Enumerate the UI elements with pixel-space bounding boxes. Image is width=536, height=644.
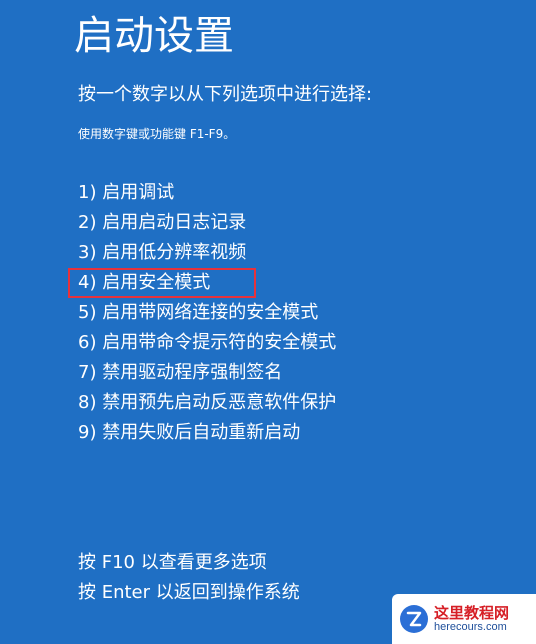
option-disable-early-launch-antimalware[interactable]: 8) 禁用预先启动反恶意软件保护 <box>78 390 336 420</box>
hint-text: 使用数字键或功能键 F1-F9。 <box>78 127 236 141</box>
instruction-text: 按一个数字以从下列选项中进行选择: <box>78 84 373 105</box>
startup-options-list: 1) 启用调试 2) 启用启动日志记录 3) 启用低分辨率视频 4) 启用安全模… <box>67 180 336 450</box>
page-title: 启动设置 <box>74 13 234 59</box>
watermark: 这里教程网 herecours.com <box>392 594 536 644</box>
return-to-os-link[interactable]: 按 Enter 以返回到操作系统 <box>78 580 300 610</box>
option-enable-safe-mode[interactable]: 4) 启用安全模式 <box>67 268 336 300</box>
option-enable-low-resolution-video[interactable]: 3) 启用低分辨率视频 <box>78 240 336 270</box>
watermark-site-url: herecours.com <box>434 621 507 634</box>
site-logo-icon <box>400 605 428 633</box>
option-safe-mode-with-networking[interactable]: 5) 启用带网络连接的安全模式 <box>78 300 336 330</box>
footer: 按 F10 以查看更多选项 按 Enter 以返回到操作系统 <box>78 550 300 610</box>
option-disable-driver-signature-enforcement[interactable]: 7) 禁用驱动程序强制签名 <box>78 360 336 390</box>
option-enable-debugging[interactable]: 1) 启用调试 <box>78 180 336 210</box>
option-enable-boot-logging[interactable]: 2) 启用启动日志记录 <box>78 210 336 240</box>
watermark-site-name: 这里教程网 <box>434 603 510 622</box>
option-safe-mode-with-command-prompt[interactable]: 6) 启用带命令提示符的安全模式 <box>78 330 336 360</box>
option-disable-auto-restart[interactable]: 9) 禁用失败后自动重新启动 <box>78 420 336 450</box>
more-options-link[interactable]: 按 F10 以查看更多选项 <box>78 550 300 580</box>
